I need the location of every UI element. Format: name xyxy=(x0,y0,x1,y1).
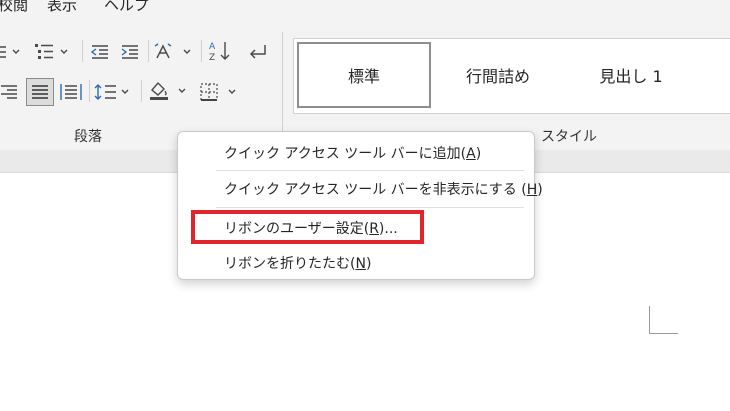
increase-indent-icon xyxy=(121,45,138,59)
separator xyxy=(82,40,83,62)
line-spacing-dropdown-button[interactable] xyxy=(94,79,134,105)
svg-text:Z: Z xyxy=(209,53,215,62)
separator xyxy=(89,80,90,102)
menu-item-label-suffix: ) xyxy=(475,146,482,162)
paragraph-mark-icon xyxy=(249,45,266,59)
paint-bucket-icon xyxy=(150,81,186,100)
distributed-button[interactable] xyxy=(59,79,83,105)
menu-item-label-suffix: ) xyxy=(537,182,543,198)
justify-button[interactable] xyxy=(26,78,54,106)
tab-view[interactable]: 表示 xyxy=(47,0,77,14)
menu-item-hide-quick-access-toolbar[interactable]: クイック アクセス ツール バーを非表示にする (H) xyxy=(224,179,543,199)
styles-group-label: スタイル xyxy=(541,129,597,145)
menu-item-accesskey: H xyxy=(526,182,538,198)
page-margin-corner-mark xyxy=(649,306,678,334)
styles-gallery: 標準 行間詰め 見出し 1 xyxy=(293,38,730,114)
borders-icon xyxy=(200,83,236,101)
justify-icon xyxy=(32,85,48,99)
separator xyxy=(148,40,149,62)
decrease-indent-button[interactable] xyxy=(88,39,112,65)
menu-item-label-suffix: ) xyxy=(365,256,372,272)
text-direction-icon xyxy=(154,43,191,59)
separator xyxy=(201,40,202,62)
separator xyxy=(141,80,142,102)
menu-item-add-to-quick-access-toolbar[interactable]: クイック アクセス ツール バーに追加(A) xyxy=(224,143,481,163)
style-no-spacing[interactable]: 行間詰め xyxy=(435,42,561,108)
show-formatting-marks-button[interactable] xyxy=(244,39,270,65)
shading-dropdown-button[interactable] xyxy=(148,78,190,104)
multilevel-list-dropdown-button[interactable] xyxy=(33,39,73,65)
menu-item-label: クイック アクセス ツール バーに追加( xyxy=(224,146,467,162)
bullets-dropdown-button[interactable] xyxy=(0,39,26,65)
group-separator xyxy=(282,32,283,142)
menu-item-label: リボンを折りたたむ( xyxy=(224,256,356,272)
menu-item-collapse-ribbon[interactable]: リボンを折りたたむ(N) xyxy=(224,253,371,273)
style-heading-1[interactable]: 見出し 1 xyxy=(566,42,696,108)
paragraph-group-label: 段落 xyxy=(74,129,102,145)
borders-dropdown-button[interactable] xyxy=(199,79,241,105)
text-direction-dropdown-button[interactable] xyxy=(154,39,196,65)
menu-item-accesskey: N xyxy=(355,256,366,272)
increase-indent-button[interactable] xyxy=(118,39,142,65)
align-right-icon xyxy=(1,85,17,99)
svg-text:A: A xyxy=(209,42,216,52)
sort-az-icon: A Z xyxy=(209,42,230,62)
decrease-indent-icon xyxy=(90,45,108,59)
ribbon-context-menu: クイック アクセス ツール バーに追加(A) クイック アクセス ツール バーを… xyxy=(177,131,543,280)
menu-divider xyxy=(216,170,524,171)
align-right-button[interactable] xyxy=(0,79,20,105)
distributed-icon xyxy=(60,84,82,100)
multilevel-list-icon xyxy=(35,44,68,59)
line-spacing-icon xyxy=(94,84,129,100)
annotation-highlight-box xyxy=(191,210,424,244)
menu-divider xyxy=(216,207,524,208)
tab-review[interactable]: 校閲 xyxy=(0,0,28,14)
menu-bar: 校閲 表示 ヘルプ xyxy=(0,0,730,22)
tab-help[interactable]: ヘルプ xyxy=(104,0,149,14)
menu-item-accesskey: A xyxy=(466,146,476,162)
sort-button[interactable]: A Z xyxy=(206,38,234,64)
style-normal[interactable]: 標準 xyxy=(297,42,431,108)
bullets-icon xyxy=(0,46,20,58)
menu-item-label: クイック アクセス ツール バーを非表示にする ( xyxy=(224,182,527,198)
